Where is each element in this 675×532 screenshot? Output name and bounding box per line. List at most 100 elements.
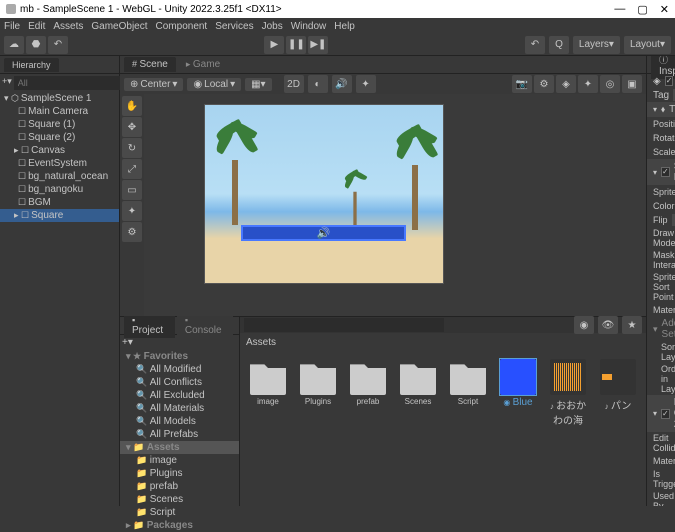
selected-object-square[interactable]: 🔊 (241, 225, 406, 241)
fav-item[interactable]: 🔍 All Models (120, 415, 239, 428)
rotate-tool[interactable]: ↻ (122, 138, 142, 158)
fav-item[interactable]: 🔍 All Excluded (120, 389, 239, 402)
cube-icon: ◈ (653, 76, 661, 87)
custom-tool[interactable]: ⚙ (122, 222, 142, 242)
grid-button[interactable]: ▦▾ (245, 78, 271, 91)
account-button[interactable]: ☁ (4, 36, 24, 54)
transform-tool[interactable]: ✦ (122, 201, 142, 221)
hierarchy-item[interactable]: ☐ BGM (0, 196, 119, 209)
save-search-button[interactable]: ★ (622, 316, 642, 334)
flip-x[interactable]: X (672, 214, 675, 226)
folder-item[interactable]: 📁 Script (120, 506, 239, 519)
asset-folder[interactable]: image (248, 359, 288, 406)
history-button[interactable]: ↶ (48, 36, 68, 54)
fx-button[interactable]: ✦ (356, 75, 376, 93)
fav-item[interactable]: 🔍 All Materials (120, 402, 239, 415)
unity-icon (6, 4, 16, 14)
favorites-header[interactable]: ▾ ★ Favorites (120, 350, 239, 363)
folder-item[interactable]: 📁 Scenes (120, 493, 239, 506)
local-toggle[interactable]: ◉Local▾ (187, 78, 241, 91)
asset-material[interactable]: ◉ Blue (498, 359, 538, 408)
hidden-button[interactable]: 👁 (598, 316, 618, 334)
hierarchy-item[interactable]: ☐ Square (1) (0, 118, 119, 131)
minimize-button[interactable]: — (614, 3, 625, 16)
asset-folder[interactable]: Script (448, 359, 488, 406)
gizmos-button3[interactable]: ✦ (578, 75, 598, 93)
asset-folder[interactable]: prefab (348, 359, 388, 406)
gizmos-button[interactable]: ⚙ (534, 75, 554, 93)
gizmos-button5[interactable]: ▣ (622, 75, 642, 93)
packages-folder[interactable]: ▸ 📁 Packages (120, 519, 239, 532)
menu-help[interactable]: Help (334, 21, 355, 32)
shading-button[interactable]: ◐ (308, 75, 328, 93)
menu-file[interactable]: File (4, 21, 20, 32)
project-create[interactable]: +▾ (122, 337, 133, 348)
cloud-button[interactable]: ⬣ (26, 36, 46, 54)
asset-audio[interactable]: ♪ パン (598, 359, 638, 412)
hierarchy-item-selected[interactable]: ▸ ☐ Square (0, 209, 119, 222)
asset-folder[interactable]: Plugins (298, 359, 338, 406)
fav-item[interactable]: 🔍 All Modified (120, 363, 239, 376)
folder-item[interactable]: 📁 image (120, 454, 239, 467)
menu-edit[interactable]: Edit (28, 21, 45, 32)
breadcrumb[interactable]: Assets (246, 337, 276, 348)
menu-gameobject[interactable]: GameObject (91, 21, 147, 32)
box-collider-header[interactable]: ▾✓ Box Collider 2D⋮ (647, 395, 675, 432)
audio-button[interactable]: 🔊 (332, 75, 352, 93)
menu-jobs[interactable]: Jobs (262, 21, 283, 32)
project-search[interactable] (244, 318, 444, 332)
gizmos-button4[interactable]: ◎ (600, 75, 620, 93)
undo-button[interactable]: ↶ (525, 36, 545, 54)
layers-dropdown[interactable]: Layers ▾ (573, 36, 620, 54)
speaker-icon: 🔊 (317, 227, 331, 240)
menu-assets[interactable]: Assets (53, 21, 83, 32)
rect-tool[interactable]: ▭ (122, 180, 142, 200)
assets-grid: image Plugins prefab Scenes Script ◉ Blu… (240, 351, 646, 506)
scene-root[interactable]: ▾ ⬡ SampleScene 1 (0, 92, 119, 105)
scene-cam-button[interactable]: 📷 (512, 75, 532, 93)
transform-header[interactable]: ▾⬧ Transform⋮ (647, 102, 675, 117)
console-tab[interactable]: ▪ Console (177, 313, 233, 338)
fav-item[interactable]: 🔍 All Conflicts (120, 376, 239, 389)
scene-viewport[interactable]: 🔊 (144, 94, 646, 316)
active-checkbox[interactable]: ✓ (665, 76, 674, 86)
fav-item[interactable]: 🔍 All Prefabs (120, 428, 239, 441)
hierarchy-item[interactable]: ☐ Main Camera (0, 105, 119, 118)
filter-button[interactable]: ◉ (574, 316, 594, 334)
scale-tool[interactable]: ⤢ (122, 159, 142, 179)
create-dropdown[interactable]: +▾ (2, 76, 12, 90)
pause-button[interactable]: ❚❚ (286, 36, 306, 54)
folder-item[interactable]: 📁 Plugins (120, 467, 239, 480)
layout-dropdown[interactable]: Layout ▾ (624, 36, 671, 54)
project-tab[interactable]: ▪ Project (124, 313, 175, 338)
hierarchy-item[interactable]: ☐ Square (2) (0, 131, 119, 144)
hierarchy-tab[interactable]: Hierarchy (4, 58, 59, 72)
menu-services[interactable]: Services (215, 21, 253, 32)
asset-folder[interactable]: Scenes (398, 359, 438, 406)
move-tool[interactable]: ✥ (122, 117, 142, 137)
gizmos-button2[interactable]: ◈ (556, 75, 576, 93)
menu-component[interactable]: Component (156, 21, 208, 32)
hand-tool[interactable]: ✋ (122, 96, 142, 116)
search-button[interactable]: Q (549, 36, 569, 54)
assets-folder[interactable]: ▾ 📁 Assets (120, 441, 239, 454)
hierarchy-item[interactable]: ☐ bg_nangoku (0, 183, 119, 196)
sprite-renderer-header[interactable]: ▾✓ Sprite Renderer⋮ (647, 159, 675, 185)
hierarchy-item[interactable]: ☐ bg_natural_ocean (0, 170, 119, 183)
scene-toolbar: ⊕Center▾ ◉Local▾ ▦▾ 2D ◐ 🔊 ✦ 📷 ⚙ ◈ ✦ ◎ ▣ (120, 74, 646, 94)
hierarchy-item[interactable]: ☐ EventSystem (0, 157, 119, 170)
inspector-panel: ⓘ Inspector ◈ ✓ Static Tag Player▾ Layer… (646, 56, 675, 506)
pivot-toggle[interactable]: ⊕Center▾ (124, 78, 183, 91)
menu-window[interactable]: Window (291, 21, 327, 32)
hierarchy-item[interactable]: ▸ ☐ Canvas (0, 144, 119, 157)
scene-tab[interactable]: # Scene (124, 57, 176, 72)
folder-item[interactable]: 📁 prefab (120, 480, 239, 493)
close-button[interactable]: ✕ (660, 3, 669, 16)
asset-audio[interactable]: ♪ おおかわの海 (548, 359, 588, 427)
tag-label: Tag (653, 90, 669, 101)
step-button[interactable]: ▶❚ (308, 36, 328, 54)
game-tab[interactable]: ▸ Game (178, 57, 228, 72)
2d-toggle[interactable]: 2D (284, 75, 304, 93)
maximize-button[interactable]: ▢ (637, 3, 647, 16)
play-button[interactable]: ▶ (264, 36, 284, 54)
